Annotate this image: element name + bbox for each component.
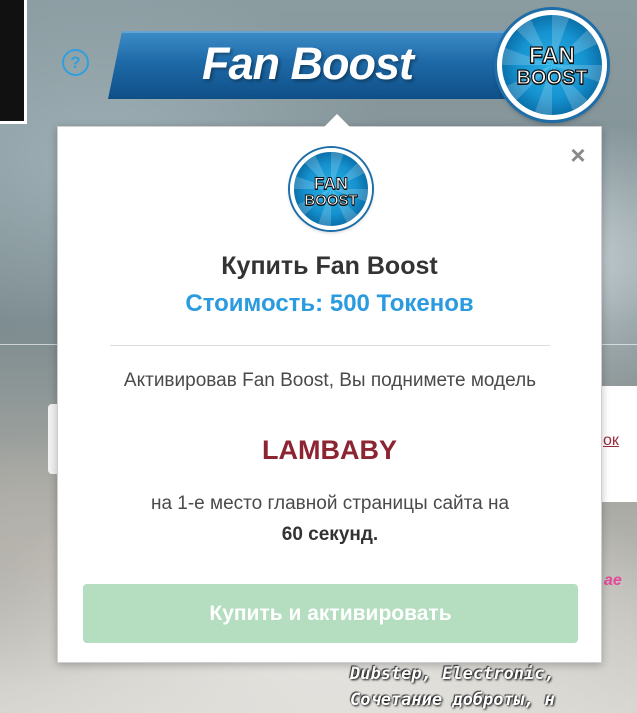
popup-title: Купить Fan Boost: [221, 252, 438, 280]
popup-description-2-text: на 1-е место главной страницы сайта на: [150, 493, 510, 514]
chat-overlay-line-2: Сочетание доброты, н: [350, 690, 555, 710]
popup-description: Активировав Fan Boost, Вы поднимете моде…: [123, 370, 537, 391]
close-icon[interactable]: ×: [566, 142, 590, 168]
fan-boost-banner[interactable]: Fan Boost: [108, 31, 548, 99]
popup-description-2: на 1-е место главной страницы сайта на 6…: [90, 488, 570, 550]
background-divider-right: [600, 344, 637, 345]
background-link[interactable]: ок: [603, 432, 619, 450]
model-name: LAMBABY: [262, 435, 397, 465]
banner-title: Fan Boost: [202, 38, 414, 89]
logo-text-boost: BOOST: [516, 67, 588, 89]
badge-text-boost: BOOST: [304, 192, 358, 209]
logo-text-fan: FAN: [528, 42, 575, 68]
buy-activate-button[interactable]: Купить и активировать: [83, 584, 578, 643]
question-circle-icon[interactable]: ?: [62, 49, 89, 76]
popup-divider: [110, 345, 550, 346]
chat-overlay-line-1: Dubstep, Electronic,: [350, 664, 555, 684]
fan-boost-badge-icon: FAN BOOST: [290, 148, 372, 230]
fan-boost-logo-icon[interactable]: FAN BOOST: [497, 10, 607, 120]
thumbnail-edge[interactable]: [0, 0, 27, 124]
background-pink-text: ае: [604, 572, 622, 589]
background-divider-left: [0, 344, 60, 345]
popup-arrow: [324, 114, 350, 127]
boost-duration: 60 секунд.: [281, 524, 379, 545]
badge-text-fan: FAN: [314, 174, 349, 193]
popup-price: Стоимость: 500 Токенов: [185, 290, 474, 317]
